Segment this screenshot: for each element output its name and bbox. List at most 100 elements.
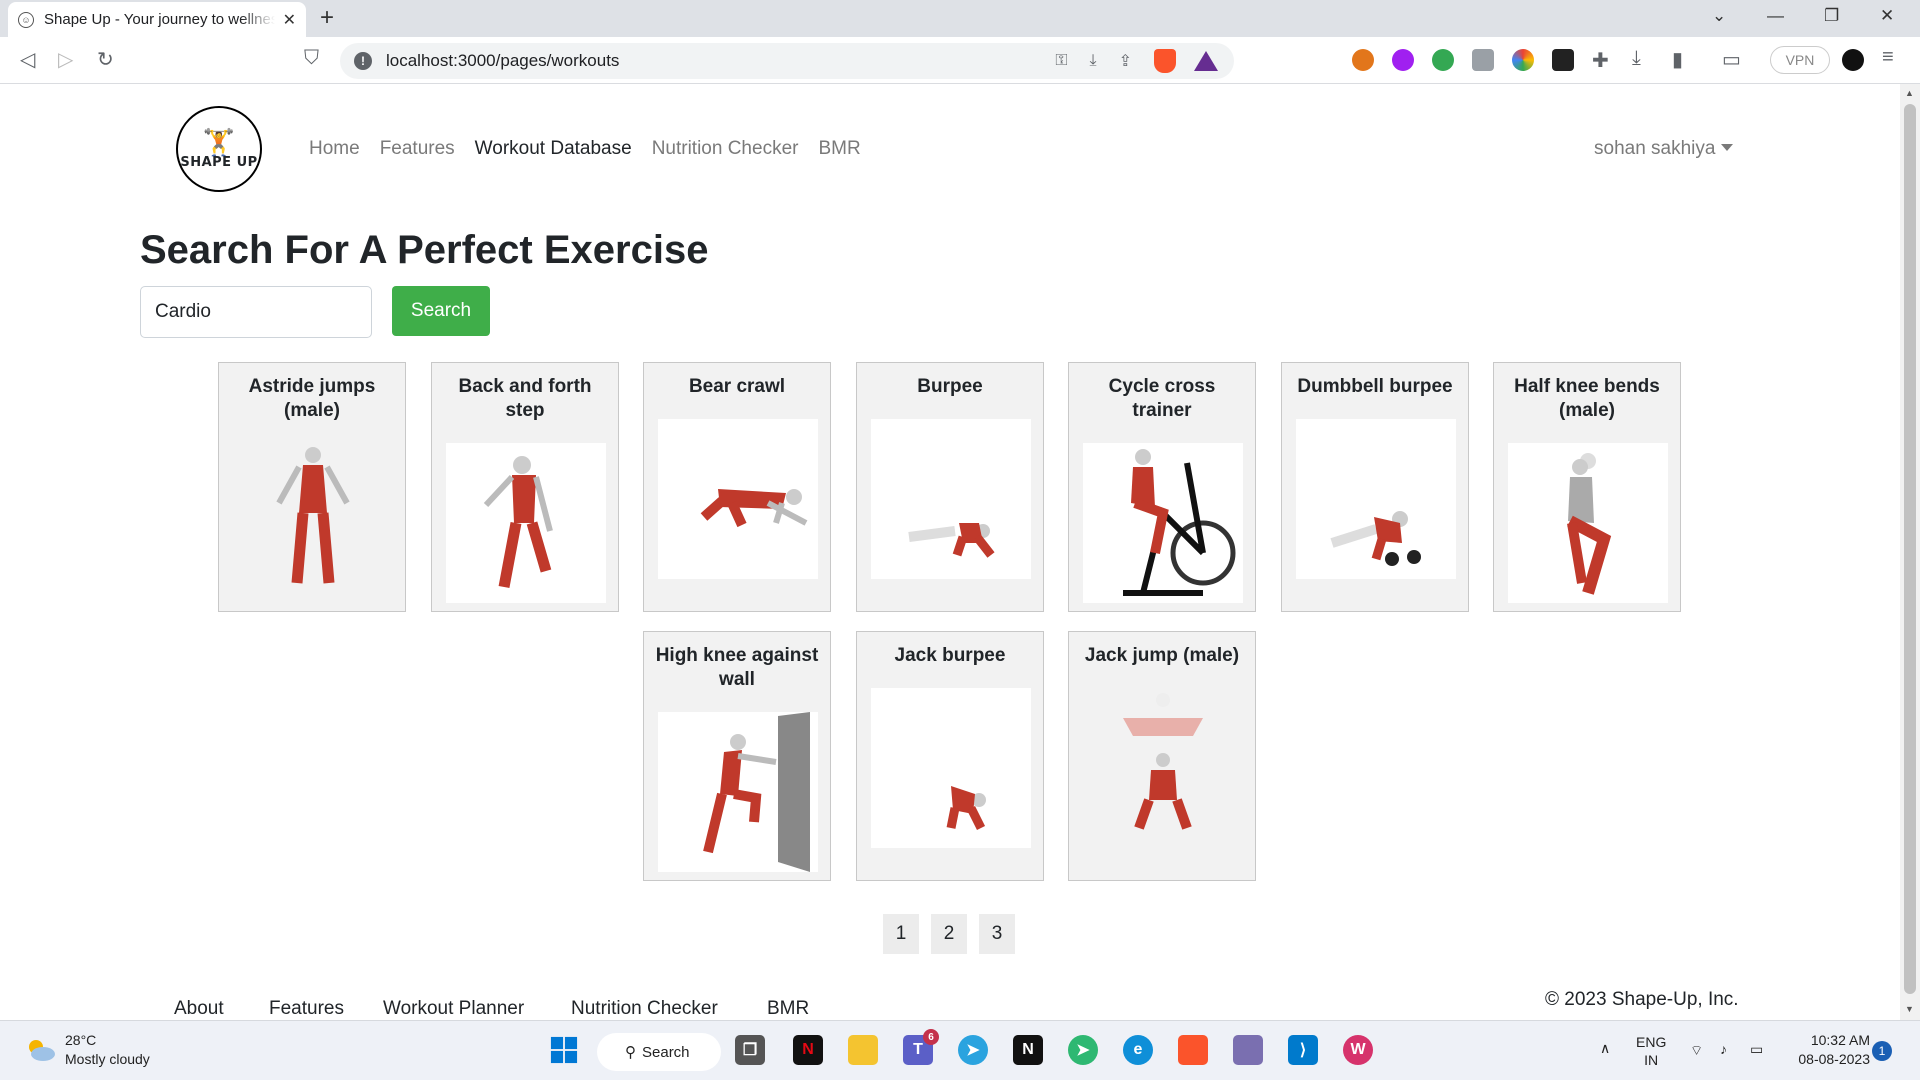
minimize-icon[interactable]: — — [1767, 6, 1784, 26]
brave-taskbar-icon[interactable] — [1178, 1035, 1208, 1065]
share-icon[interactable]: ⇪ — [1119, 51, 1132, 71]
page-3-button[interactable]: 3 — [979, 914, 1015, 954]
page-scrollbar[interactable]: ▲ ▼ — [1900, 84, 1920, 1020]
exercise-card[interactable]: Cycle cross trainer — [1068, 362, 1256, 612]
exercise-card[interactable]: Jack jump (male) — [1068, 631, 1256, 881]
show-hidden-icons-chevron-icon[interactable]: ∧ — [1600, 1039, 1610, 1057]
brave-shields-icon[interactable] — [1154, 49, 1176, 73]
footer-bmr-link[interactable]: BMR — [767, 998, 809, 1020]
exercise-card[interactable]: Bear crawl — [643, 362, 831, 612]
shape-up-logo[interactable]: 🏋 SHAPE UP — [176, 106, 262, 192]
tab-search-chevron-icon[interactable]: ⌄ — [1712, 6, 1726, 26]
reload-icon[interactable]: ↻ — [97, 47, 114, 72]
user-dropdown[interactable]: sohan sakhiya — [1594, 138, 1734, 160]
close-tab-icon[interactable]: ✕ — [283, 10, 296, 30]
exercise-card[interactable]: Astride jumps (male) — [218, 362, 406, 612]
metamask-extension-icon[interactable] — [1352, 49, 1374, 71]
scroll-up-icon[interactable]: ▲ — [1905, 88, 1914, 98]
notification-badge[interactable]: 1 — [1872, 1041, 1892, 1061]
logo-text: SHAPE UP — [180, 154, 258, 170]
exercise-card[interactable]: Back and forth step — [431, 362, 619, 612]
nav-bmr[interactable]: BMR — [818, 138, 860, 160]
teams-badge: 6 — [923, 1029, 939, 1045]
language-indicator[interactable]: ENG IN — [1636, 1033, 1666, 1069]
bookmark-icon[interactable]: ⛉ — [304, 47, 319, 70]
task-view-icon[interactable]: ❐ — [735, 1035, 765, 1065]
page-2-button[interactable]: 2 — [931, 914, 967, 954]
cloudy-weather-icon — [29, 1040, 55, 1061]
back-icon[interactable]: ◁ — [20, 47, 35, 72]
region: IN — [1644, 1052, 1659, 1068]
page-1-button[interactable]: 1 — [883, 914, 919, 954]
search-icon: ⚲ — [625, 1044, 636, 1061]
caret-down-icon — [1721, 144, 1734, 151]
scroll-down-icon[interactable]: ▼ — [1905, 1004, 1914, 1014]
nav-home[interactable]: Home — [309, 138, 360, 160]
exercise-card[interactable]: High knee against wall — [643, 631, 831, 881]
exercise-card[interactable]: Jack burpee — [856, 631, 1044, 881]
notion-icon[interactable]: N — [1013, 1035, 1043, 1065]
key-icon[interactable]: ⚿ — [1055, 52, 1067, 70]
extension-dark-icon[interactable] — [1552, 49, 1574, 71]
forward-icon[interactable]: ▷ — [58, 47, 73, 72]
footer-features-link[interactable]: Features — [269, 998, 344, 1020]
exercise-image — [1508, 443, 1668, 603]
exercise-image — [1083, 688, 1243, 848]
exercise-card[interactable]: Burpee — [856, 362, 1044, 612]
exercise-search-input[interactable]: Cardio — [140, 286, 372, 338]
footer-workout-planner-link[interactable]: Workout Planner — [383, 998, 524, 1020]
exercise-card[interactable]: Half knee bends (male) — [1493, 362, 1681, 612]
edge-icon[interactable]: e — [1123, 1035, 1153, 1065]
taskbar-search-label: Search — [642, 1043, 690, 1061]
wallet-icon[interactable]: ▭ — [1722, 47, 1741, 72]
taskbar-search[interactable]: ⚲ Search — [597, 1033, 721, 1071]
address-bar[interactable]: ! localhost:3000/pages/workouts ⚿ ⤓ ⇪ — [340, 43, 1234, 79]
netflix-icon[interactable]: N — [793, 1035, 823, 1065]
exercise-image — [1296, 419, 1456, 579]
exercise-card[interactable]: Dumbbell burpee — [1281, 362, 1469, 612]
exercise-name: Back and forth step — [458, 376, 592, 421]
nav-nutrition-checker[interactable]: Nutrition Checker — [652, 138, 799, 160]
color-picker-extension-icon[interactable] — [1512, 49, 1534, 71]
browser-tab[interactable]: ☺ Shape Up - Your journey to wellness ✕ — [8, 2, 306, 37]
extensions-puzzle-icon[interactable]: ✚ — [1592, 48, 1609, 73]
nav-features[interactable]: Features — [380, 138, 455, 160]
sidebar-icon[interactable]: ▮ — [1672, 47, 1683, 72]
vscode-icon[interactable]: ⟩ — [1288, 1035, 1318, 1065]
close-window-icon[interactable]: ✕ — [1880, 6, 1894, 26]
restore-icon[interactable]: ❐ — [1824, 6, 1839, 26]
screenshot-extension-icon[interactable] — [1472, 49, 1494, 71]
scrollbar-thumb[interactable] — [1904, 104, 1916, 994]
search-button[interactable]: Search — [392, 286, 490, 336]
menu-icon[interactable]: ≡ — [1882, 46, 1894, 69]
exercise-name: Bear crawl — [688, 376, 786, 397]
downloads-icon[interactable]: ⤓ — [1632, 47, 1641, 70]
extension-green-icon[interactable] — [1432, 49, 1454, 71]
brave-rewards-icon[interactable] — [1194, 51, 1218, 71]
file-explorer-icon[interactable] — [848, 1035, 878, 1065]
footer-about-link[interactable]: About — [174, 998, 224, 1020]
weather-widget[interactable]: 28°C Mostly cloudy — [65, 1031, 150, 1069]
profile-avatar-icon[interactable] — [1842, 49, 1864, 71]
vpn-button[interactable]: VPN — [1770, 46, 1830, 74]
battery-icon[interactable]: ▭ — [1750, 1040, 1763, 1058]
teams-icon[interactable]: T6 — [903, 1029, 939, 1065]
send-app-icon[interactable]: ➤ — [1068, 1035, 1098, 1065]
site-info-icon[interactable]: ! — [354, 52, 372, 70]
exercise-name: Dumbbell burpee — [1297, 376, 1453, 397]
browser-toolbar: ◁ ▷ ↻ ⛉ ! localhost:3000/pages/workouts … — [0, 37, 1920, 84]
wps-icon[interactable]: W — [1343, 1035, 1373, 1065]
footer-nutrition-checker-link[interactable]: Nutrition Checker — [571, 998, 718, 1020]
install-icon[interactable]: ⤓ — [1090, 52, 1097, 70]
wifi-icon[interactable]: ⌔ — [1690, 1041, 1703, 1059]
clock[interactable]: 10:32 AM 08-08-2023 — [1780, 1031, 1870, 1069]
nav-workout-database[interactable]: Workout Database — [475, 138, 632, 160]
windows-start-icon[interactable] — [549, 1035, 579, 1065]
tab-title: Shape Up - Your journey to wellness — [44, 11, 275, 28]
app-icon[interactable] — [1233, 1035, 1263, 1065]
new-tab-icon[interactable]: + — [320, 4, 334, 32]
volume-icon[interactable]: ♪ — [1720, 1040, 1727, 1058]
time: 10:32 AM — [1810, 1032, 1870, 1048]
telegram-icon[interactable]: ➤ — [958, 1035, 988, 1065]
extension-purple-icon[interactable] — [1392, 49, 1414, 71]
